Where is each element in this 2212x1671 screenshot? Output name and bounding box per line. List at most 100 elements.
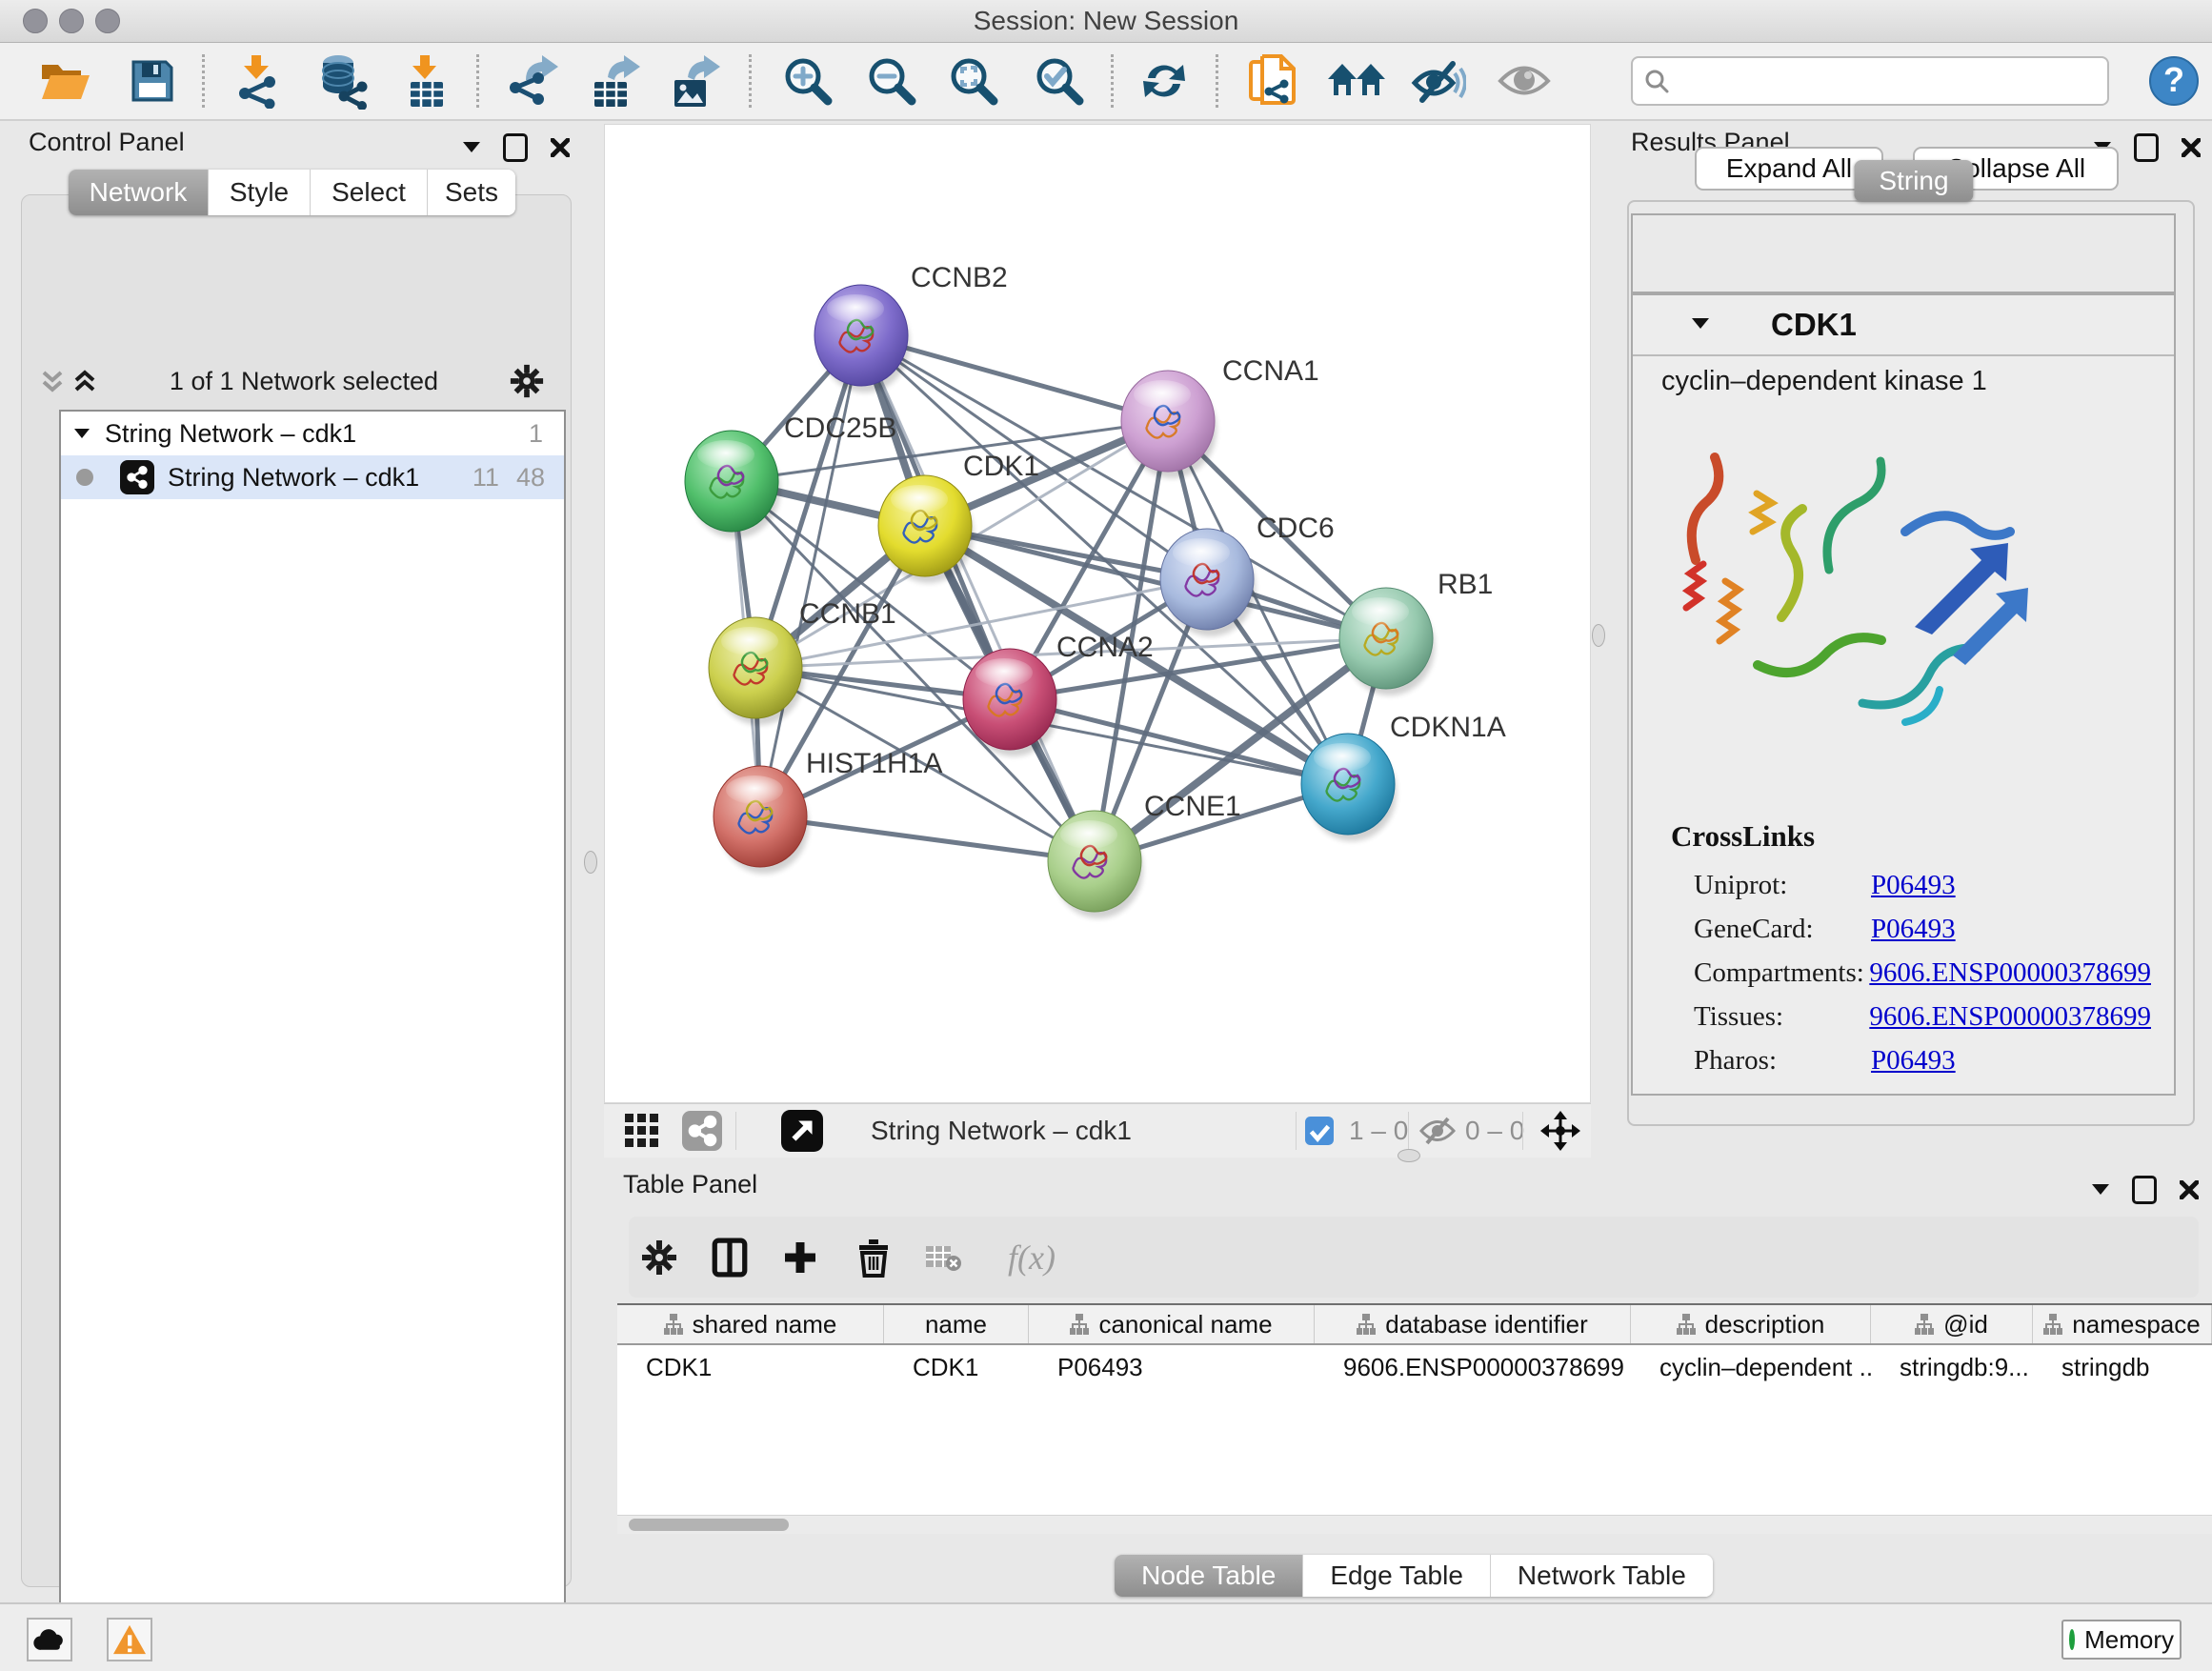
collection-count: 1 [529,419,543,449]
node-table: shared namenamecanonical namedatabase id… [617,1303,2212,1517]
export-network-button[interactable] [505,51,562,111]
network-share-icon[interactable] [682,1111,722,1151]
zoom-out-button[interactable] [864,53,919,109]
export-table-button[interactable] [589,51,646,111]
node-label: CCNB1 [799,598,896,630]
network-node-CCNB2[interactable]: CCNB2 [814,262,1008,393]
export-image-button[interactable] [669,51,726,111]
close-panel-icon[interactable] [2182,138,2201,157]
search-input[interactable] [1677,66,2096,97]
table-cell: CDK1 [884,1345,1029,1389]
collapse-section-icon[interactable] [1692,318,1709,330]
table-row[interactable]: CDK1CDK1P064939606.ENSP00000378699cyclin… [617,1345,2212,1389]
network-node-CCNA1[interactable]: CCNA1 [1121,355,1319,478]
tab-style[interactable]: Style [209,170,311,215]
collection-expand-icon[interactable] [74,429,90,439]
memory-button[interactable]: Memory [2061,1620,2182,1660]
zoom-fit-button[interactable] [946,53,1001,109]
network-node-HIST1H1A[interactable]: HIST1H1A [714,748,942,874]
save-session-button[interactable] [128,56,177,106]
network-list: String Network – cdk1 1 String Network –… [59,410,566,1671]
panel-menu-icon[interactable] [463,142,480,153]
crosslink-link[interactable]: 9606.ENSP00000378699 [1869,1001,2151,1033]
table-panel-title: Table Panel [623,1170,757,1199]
network-collection-row[interactable]: String Network – cdk1 1 [61,412,564,455]
column-type-icon [2043,1314,2062,1335]
tab-string[interactable]: String [1854,160,1973,202]
network-options-gear-icon[interactable] [507,361,547,401]
import-network-from-database-button[interactable] [315,50,371,111]
panel-menu-icon[interactable] [2092,1184,2109,1196]
search-icon [1644,69,1669,93]
network-node-CDKN1A[interactable]: CDKN1A [1301,712,1506,841]
table-cell: stringdb [2033,1345,2212,1389]
network-node-CDC25B[interactable]: CDC25B [685,413,896,538]
close-panel-icon[interactable] [551,138,570,157]
crosslink-link[interactable]: 9606.ENSP00000378699 [1869,957,2151,989]
node-label: CCNA1 [1222,355,1319,387]
create-column-plus-icon[interactable] [783,1240,817,1275]
show-glass-eye-button[interactable] [1496,60,1553,102]
zoom-selected-button[interactable] [1032,53,1087,109]
collapse-all-networks-button[interactable] [36,364,69,398]
splitter-handle[interactable] [1592,624,1605,647]
open-session-button[interactable] [37,57,92,105]
import-network-from-file-button[interactable] [233,51,285,111]
crosslink-link[interactable]: P06493 [1871,914,1956,945]
float-panel-icon[interactable] [503,133,528,162]
tab-network[interactable]: Network [69,170,209,215]
network-edge-count: 48 [516,463,545,493]
help-button[interactable]: ? [2146,53,2202,109]
string-home-button[interactable] [1326,57,1387,105]
node-label: RB1 [1438,569,1493,600]
titlebar: Session: New Session [0,0,2212,43]
column-header-canonical-name[interactable]: canonical name [1029,1305,1315,1343]
birds-eye-grid-icon[interactable] [625,1114,659,1148]
splitter-handle[interactable] [584,851,597,874]
table-cell: cyclin–dependent ... [1631,1345,1871,1389]
crosslink-row: GeneCard:P06493 [1694,907,2151,951]
close-panel-icon[interactable] [2180,1180,2199,1199]
hide-glass-eye-button[interactable] [1409,56,1468,106]
import-table-from-file-button[interactable] [403,51,451,111]
table-options-gear-icon[interactable] [640,1238,678,1277]
protein-card-header[interactable] [1633,295,2174,356]
network-node-RB1[interactable]: RB1 [1339,569,1493,695]
column-header-namespace[interactable]: namespace [2033,1305,2212,1343]
tab-network-table[interactable]: Network Table [1491,1555,1713,1597]
tab-select[interactable]: Select [311,170,428,215]
delete-table-icon[interactable] [924,1242,962,1273]
column-header-shared-name[interactable]: shared name [617,1305,884,1343]
float-panel-icon[interactable] [2132,1176,2157,1204]
float-panel-icon[interactable] [2134,133,2159,162]
zoom-in-button[interactable] [780,53,835,109]
network-node-CCNE1[interactable]: CCNE1 [1048,791,1241,918]
pan-crosshair-icon[interactable] [1539,1110,1581,1152]
export-view-button[interactable] [781,1110,823,1152]
column-header-database-identifier[interactable]: database identifier [1315,1305,1631,1343]
protein-result-card: CDK1 cyclin–dependent kinase 1 [1631,293,2176,1096]
column-header-name[interactable]: name [884,1305,1029,1343]
crosslink-link[interactable]: P06493 [1871,870,1956,901]
column-header-description[interactable]: description [1631,1305,1871,1343]
show-columns-icon[interactable] [712,1238,748,1278]
selected-checkbox-icon[interactable] [1305,1117,1334,1145]
cloud-status-icon[interactable] [27,1618,72,1661]
table-toolbar: f(x) [629,1217,2199,1298]
tab-node-table[interactable]: Node Table [1115,1555,1303,1597]
table-horizontal-scrollbar[interactable] [617,1515,2212,1534]
table-cell: stringdb:9... [1871,1345,2033,1389]
expand-all-networks-button[interactable] [69,364,101,398]
delete-column-trash-icon[interactable] [857,1238,890,1278]
tab-sets[interactable]: Sets [428,170,515,215]
crosslink-row: Uniprot:P06493 [1694,863,2151,907]
network-canvas[interactable]: CCNB2CCNA1CDC25BCDK1CDC6RB1CCNB1CCNA2CDK… [604,124,1591,1103]
refresh-button[interactable] [1137,55,1191,107]
warning-status-icon[interactable] [107,1618,152,1661]
network-row-selected[interactable]: String Network – cdk1 11 48 [61,455,564,499]
crosslink-link[interactable]: P06493 [1871,1045,1956,1077]
scrollbar-thumb[interactable] [629,1519,789,1531]
tab-edge-table[interactable]: Edge Table [1303,1555,1491,1597]
string-protocols-button[interactable] [1246,51,1299,111]
column-header--id[interactable]: @id [1871,1305,2033,1343]
